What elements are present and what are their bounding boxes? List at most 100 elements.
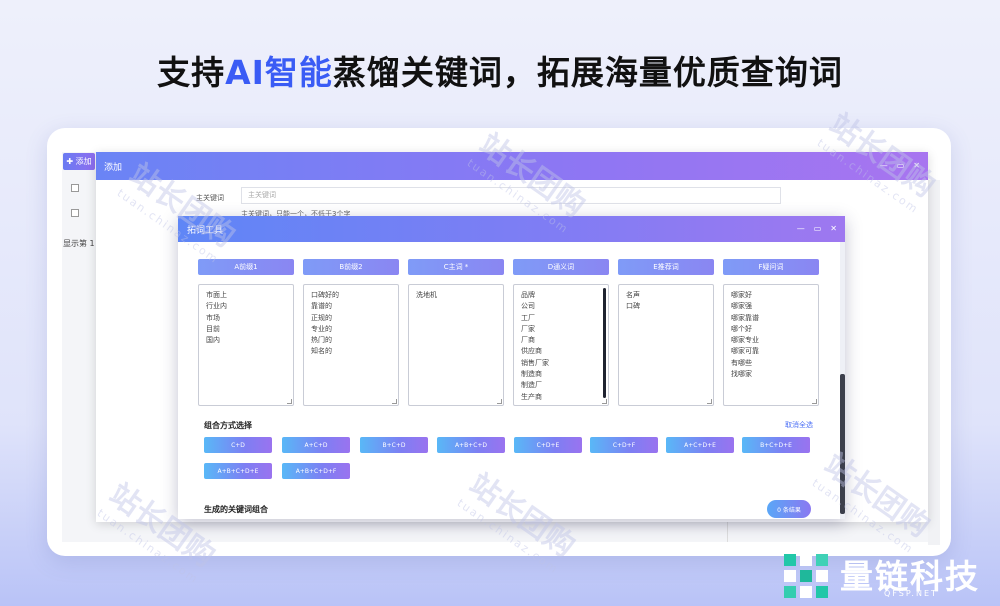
- word-item: 制造商: [521, 370, 542, 379]
- word-item: 市场: [206, 313, 220, 322]
- tool-dialog-title: 拓词工具: [187, 225, 224, 236]
- background-scroll-area: [928, 180, 940, 545]
- column-header: E推荐词: [618, 259, 714, 275]
- word-item: 生产商: [521, 392, 542, 401]
- word-item: 目前: [206, 324, 220, 333]
- combo-button[interactable]: A+C+D+E: [666, 437, 734, 453]
- column-header: C主词 *: [408, 259, 504, 275]
- combo-button[interactable]: C+D+F: [590, 437, 658, 453]
- resize-handle-icon[interactable]: [812, 399, 817, 404]
- close-icon[interactable]: ✕: [913, 161, 920, 170]
- word-columns: A前缀1 市面上 行业内 市场 目前 国内 B前缀2 口碑好的 靠谱的 正规的 …: [198, 259, 823, 409]
- word-item: 哪个好: [731, 324, 752, 333]
- background-sidebar: [62, 152, 96, 542]
- word-item: 销售厂家: [521, 358, 549, 367]
- background-footer: [96, 520, 928, 542]
- column-textarea[interactable]: 市面上 行业内 市场 目前 国内: [198, 284, 294, 406]
- word-item: 名声: [626, 291, 640, 299]
- resize-handle-icon[interactable]: [287, 399, 292, 404]
- column-textarea[interactable]: 洗地机: [408, 284, 504, 406]
- brand-logo: 量链科技 QFSP.NET: [780, 546, 1000, 606]
- main-keyword-label: 主关键词: [196, 194, 224, 202]
- word-item: 专业的: [311, 324, 332, 333]
- keyword-tool-dialog: 拓词工具 — ▭ ✕ A前缀1 市面上 行业内 市场 目前 国内 B前缀2 口碑…: [178, 216, 845, 519]
- word-item: 厂商: [521, 336, 535, 345]
- deselect-all-link[interactable]: 取消全选: [785, 420, 813, 430]
- column-textarea[interactable]: 哪家好 哪家强 哪家靠谱 哪个好 哪家专业 哪家可靠 有哪些 找哪家: [723, 284, 819, 406]
- word-item: 洗地机: [416, 291, 437, 299]
- combo-button[interactable]: C+D+E: [514, 437, 582, 453]
- combo-button[interactable]: A+C+D: [282, 437, 350, 453]
- combo-button[interactable]: A+B+C+D+E: [204, 463, 272, 479]
- divider: [727, 520, 728, 542]
- word-item: 哪家专业: [731, 336, 759, 345]
- combo-button[interactable]: B+C+D: [360, 437, 428, 453]
- maximize-icon[interactable]: ▭: [897, 161, 905, 170]
- column-d: D通义词 品牌 公司 工厂 厂家 厂商 供应商 销售厂家 制造商 制造厂 生产商: [513, 259, 609, 406]
- word-item: 哪家可靠: [731, 347, 759, 356]
- column-c: C主词 * 洗地机: [408, 259, 504, 406]
- resize-handle-icon[interactable]: [602, 399, 607, 404]
- word-item: 哪家靠谱: [731, 313, 759, 322]
- generated-keywords-title: 生成的关键词组合: [204, 505, 268, 514]
- add-dialog-title: 添加: [104, 162, 123, 173]
- column-e: E推荐词 名声 口碑: [618, 259, 714, 406]
- main-keyword-input[interactable]: 主关键词: [241, 187, 781, 204]
- brand-logo-icon: [784, 554, 828, 598]
- word-item: 行业内: [206, 302, 227, 311]
- word-item: 口碑: [626, 302, 640, 311]
- close-icon[interactable]: ✕: [830, 224, 837, 233]
- add-dialog-titlebar: 添加: [96, 152, 928, 180]
- combo-button[interactable]: A+B+C+D+F: [282, 463, 350, 479]
- word-item: 公司: [521, 302, 535, 311]
- word-item: 供应商: [521, 347, 542, 356]
- minimize-icon[interactable]: —: [880, 161, 888, 170]
- resize-handle-icon[interactable]: [392, 399, 397, 404]
- result-count-badge[interactable]: 0 条结果: [767, 500, 811, 518]
- headline-part-1: 支持: [157, 53, 226, 92]
- background-add-button[interactable]: ✚ 添加: [63, 153, 95, 170]
- column-header: D通义词: [513, 259, 609, 275]
- column-header: B前缀2: [303, 259, 399, 275]
- word-item: 哪家强: [731, 302, 752, 311]
- column-b: B前缀2 口碑好的 靠谱的 正规的 专业的 热门的 知名的: [303, 259, 399, 406]
- word-item: 厂家: [521, 324, 535, 333]
- row-checkbox[interactable]: [71, 209, 79, 217]
- column-header: F疑问词: [723, 259, 819, 275]
- window-controls: — ▭ ✕: [880, 161, 920, 170]
- word-item: 知名的: [311, 347, 332, 356]
- brand-domain: QFSP.NET: [884, 589, 938, 598]
- pagination-status: 显示第 1: [63, 239, 95, 248]
- combo-button[interactable]: C+D: [204, 437, 272, 453]
- textarea-scrollbar[interactable]: [603, 288, 606, 398]
- combination-title: 组合方式选择: [204, 421, 252, 430]
- minimize-icon[interactable]: —: [797, 224, 805, 233]
- dialog-scrollbar-thumb[interactable]: [840, 374, 845, 514]
- word-item: 市面上: [206, 291, 227, 299]
- word-item: 品牌: [521, 291, 535, 299]
- combo-button[interactable]: A+B+C+D: [437, 437, 505, 453]
- resize-handle-icon[interactable]: [707, 399, 712, 404]
- word-item: 热门的: [311, 336, 332, 345]
- window-controls: — ▭ ✕: [797, 224, 837, 233]
- column-f: F疑问词 哪家好 哪家强 哪家靠谱 哪个好 哪家专业 哪家可靠 有哪些 找哪家: [723, 259, 819, 406]
- word-item: 口碑好的: [311, 291, 339, 299]
- word-item: 哪家好: [731, 291, 752, 299]
- maximize-icon[interactable]: ▭: [814, 224, 822, 233]
- combo-button[interactable]: B+C+D+E: [742, 437, 810, 453]
- resize-handle-icon[interactable]: [497, 399, 502, 404]
- column-a: A前缀1 市面上 行业内 市场 目前 国内: [198, 259, 294, 406]
- tool-dialog-titlebar: 拓词工具: [178, 216, 845, 242]
- row-checkbox[interactable]: [71, 184, 79, 192]
- column-textarea[interactable]: 名声 口碑: [618, 284, 714, 406]
- headline-part-2: 蒸馏关键词，拓展海量优质查询词: [332, 53, 843, 92]
- page-headline: 支持AI智能蒸馏关键词，拓展海量优质查询词: [0, 46, 1000, 94]
- word-item: 国内: [206, 336, 220, 345]
- word-item: 找哪家: [731, 370, 752, 379]
- word-item: 制造厂: [521, 381, 542, 390]
- word-item: 靠谱的: [311, 302, 332, 311]
- column-textarea[interactable]: 品牌 公司 工厂 厂家 厂商 供应商 销售厂家 制造商 制造厂 生产商: [513, 284, 609, 406]
- column-textarea[interactable]: 口碑好的 靠谱的 正规的 专业的 热门的 知名的: [303, 284, 399, 406]
- word-item: 正规的: [311, 313, 332, 322]
- word-item: 有哪些: [731, 358, 752, 367]
